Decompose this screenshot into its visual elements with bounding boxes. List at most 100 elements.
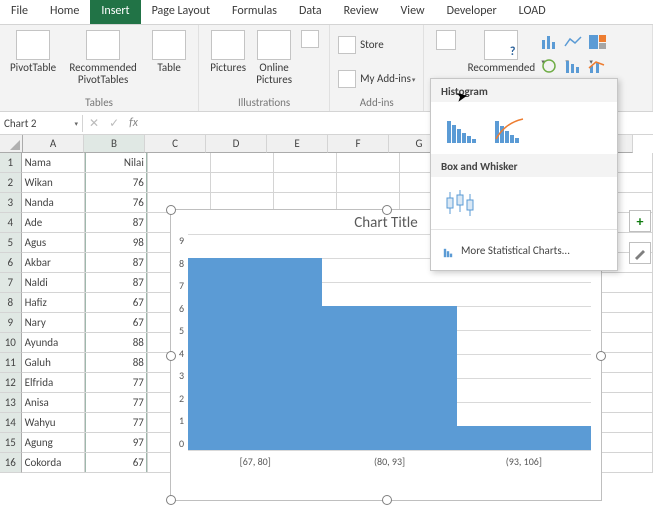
my-addins-button[interactable]: My Add-ins▾: [336, 68, 417, 90]
col-header[interactable]: F: [328, 135, 389, 153]
recommended-pivottables-button[interactable]: Recommended PivotTables: [60, 28, 146, 96]
store-button[interactable]: Store: [336, 34, 417, 56]
col-header[interactable]: B: [84, 135, 145, 153]
cell[interactable]: [274, 173, 337, 193]
select-all-corner[interactable]: [0, 135, 23, 153]
col-header[interactable]: E: [267, 135, 328, 153]
box-whisker-option[interactable]: [441, 183, 481, 219]
row-header[interactable]: 16: [0, 453, 22, 473]
row-header[interactable]: 2: [0, 173, 22, 193]
cell[interactable]: 88: [85, 333, 148, 353]
row-header[interactable]: 7: [0, 273, 22, 293]
cell[interactable]: Nary: [22, 313, 85, 333]
cell[interactable]: 77: [85, 393, 148, 413]
cell[interactable]: 67: [85, 293, 148, 313]
row-header[interactable]: 1: [0, 153, 22, 173]
col-header[interactable]: D: [206, 135, 267, 153]
table-button[interactable]: Table: [146, 28, 192, 96]
tab-insert[interactable]: Insert: [90, 0, 140, 24]
cell[interactable]: [211, 153, 274, 173]
chart-bar[interactable]: [188, 258, 322, 450]
cell[interactable]: Ade: [22, 213, 85, 233]
statistic-chart-icon[interactable]: ▾: [564, 58, 584, 74]
row-header[interactable]: 6: [0, 253, 22, 273]
chart-bar[interactable]: [457, 426, 591, 450]
row-header[interactable]: 4: [0, 213, 22, 233]
tab-data[interactable]: Data: [288, 0, 333, 24]
cell[interactable]: Cokorda: [22, 453, 85, 473]
cell[interactable]: Naldi: [22, 273, 85, 293]
line-chart-icon[interactable]: ▾: [564, 34, 584, 50]
cell[interactable]: Wahyu: [22, 413, 85, 433]
histogram-option[interactable]: [441, 108, 481, 144]
resize-handle[interactable]: [166, 205, 176, 215]
cell[interactable]: [337, 173, 400, 193]
cell[interactable]: Anisa: [22, 393, 85, 413]
more-statistical-charts[interactable]: More Statistical Charts...: [431, 229, 617, 270]
col-header[interactable]: C: [145, 135, 206, 153]
tab-view[interactable]: View: [390, 0, 436, 24]
row-header[interactable]: 10: [0, 333, 22, 353]
cell[interactable]: Ayunda: [22, 333, 85, 353]
chevron-down-icon[interactable]: ▾: [74, 119, 78, 128]
cell[interactable]: 88: [85, 353, 148, 373]
tab-page-layout[interactable]: Page Layout: [141, 0, 221, 24]
treemap-chart-icon[interactable]: ▾: [588, 34, 608, 50]
cell[interactable]: [211, 173, 274, 193]
resize-handle[interactable]: [382, 495, 392, 505]
cancel-icon[interactable]: ✕: [89, 116, 99, 131]
cell[interactable]: Nama: [22, 153, 85, 173]
online-pictures-button[interactable]: Online Pictures: [251, 28, 297, 96]
row-header[interactable]: 5: [0, 233, 22, 253]
row-header[interactable]: 3: [0, 193, 22, 213]
pivottable-button[interactable]: PivotTable: [6, 28, 60, 96]
column-chart-icon[interactable]: ▾: [540, 34, 560, 50]
tab-developer[interactable]: Developer: [436, 0, 508, 24]
cell[interactable]: Wikan: [22, 173, 85, 193]
cell[interactable]: Akbar: [22, 253, 85, 273]
row-header[interactable]: 13: [0, 393, 22, 413]
cell[interactable]: 67: [85, 453, 148, 473]
row-header[interactable]: 15: [0, 433, 22, 453]
tab-review[interactable]: Review: [333, 0, 390, 24]
cell[interactable]: Hafiz: [22, 293, 85, 313]
cell[interactable]: 67: [85, 313, 148, 333]
resize-handle[interactable]: [166, 495, 176, 505]
cell[interactable]: Agung: [22, 433, 85, 453]
cell[interactable]: 87: [85, 213, 148, 233]
cell[interactable]: 77: [85, 413, 148, 433]
cell[interactable]: [148, 153, 211, 173]
tab-formulas[interactable]: Formulas: [221, 0, 288, 24]
cell[interactable]: Nilai: [85, 153, 148, 173]
col-header[interactable]: A: [23, 135, 84, 153]
row-header[interactable]: 9: [0, 313, 22, 333]
name-box[interactable]: Chart 2▾: [0, 115, 83, 132]
cell[interactable]: Galuh: [22, 353, 85, 373]
cell[interactable]: 87: [85, 273, 148, 293]
maps-chart-icon[interactable]: ▾: [540, 58, 560, 74]
tab-home[interactable]: Home: [39, 0, 90, 24]
resize-handle[interactable]: [166, 351, 176, 361]
cell[interactable]: [274, 153, 337, 173]
cell[interactable]: 98: [85, 233, 148, 253]
cell[interactable]: 77: [85, 373, 148, 393]
cell[interactable]: 97: [85, 433, 148, 453]
cell[interactable]: 76: [85, 193, 148, 213]
cell[interactable]: Elfrida: [22, 373, 85, 393]
tab-load[interactable]: LOAD: [508, 0, 557, 24]
tab-file[interactable]: File: [0, 0, 39, 24]
row-header[interactable]: 8: [0, 293, 22, 313]
cell[interactable]: 76: [85, 173, 148, 193]
enter-icon[interactable]: ✓: [109, 116, 119, 131]
row-header[interactable]: 14: [0, 413, 22, 433]
chart-elements-button[interactable]: +: [629, 210, 651, 232]
cell[interactable]: 87: [85, 253, 148, 273]
cell[interactable]: [337, 153, 400, 173]
chart-bar[interactable]: [322, 306, 456, 450]
row-header[interactable]: 12: [0, 373, 22, 393]
resize-handle[interactable]: [382, 205, 392, 215]
combo-chart-icon[interactable]: ▾: [588, 58, 608, 74]
cell[interactable]: Agus: [22, 233, 85, 253]
pareto-option[interactable]: [487, 108, 527, 144]
shapes-button[interactable]: [297, 28, 323, 96]
